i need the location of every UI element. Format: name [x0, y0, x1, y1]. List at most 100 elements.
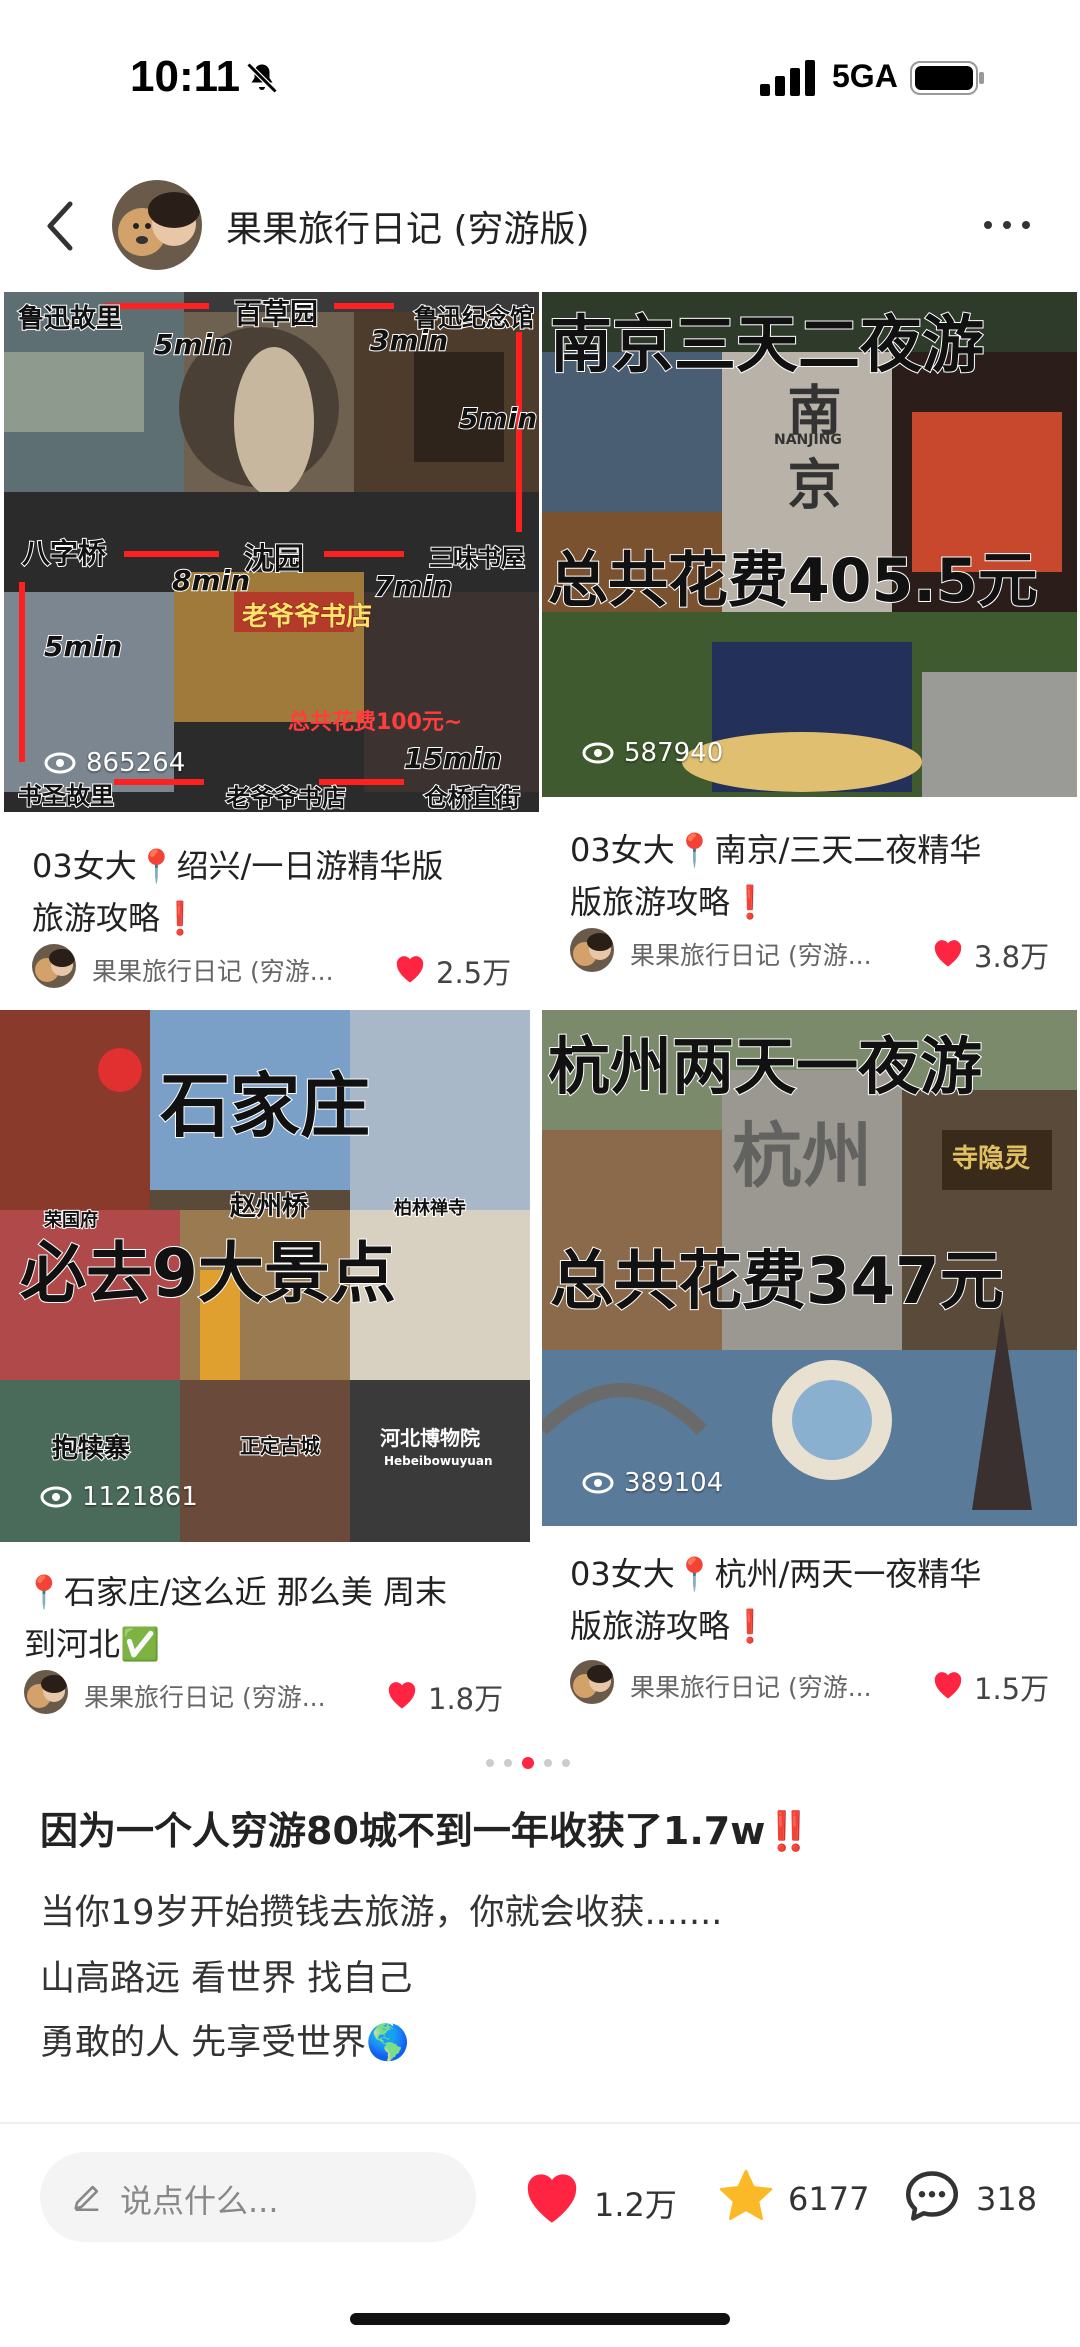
author-avatar[interactable]	[32, 944, 76, 988]
header: 果果旅行日记 (穷游版)	[0, 170, 1080, 280]
view-count-value: 587940	[624, 738, 724, 768]
image-label: 赵州桥	[229, 1191, 309, 1223]
comment-button[interactable]: 318	[900, 2160, 1060, 2236]
card-title[interactable]: 03女大📍绍兴/一日游精华版 旅游攻略❗	[32, 840, 522, 944]
view-count-value: 1121861	[82, 1482, 198, 1512]
card-cover: 石家庄 赵州桥 柏林禅寺 荣国府 必去9大景点 抱犊寨 正定古城 河北博物院 H…	[0, 1010, 530, 1542]
carousel-dot[interactable]	[544, 1759, 552, 1767]
image-headline: 杭州两天一夜游	[547, 1029, 983, 1104]
comment-input[interactable]: 说点什么...	[40, 2152, 476, 2242]
image-label: 老爷爷书店	[241, 602, 373, 633]
eye-icon	[44, 752, 76, 774]
author-name[interactable]: 果果旅行日记 (穷游...	[630, 936, 872, 972]
card-title-line: 版旅游攻略❗	[570, 883, 770, 921]
status-time: 10:11	[130, 52, 241, 101]
heart-icon[interactable]	[384, 1678, 420, 1710]
heart-icon[interactable]	[392, 952, 428, 984]
author-name[interactable]: 果果旅行日记 (穷游...	[92, 952, 334, 988]
card-title-line: 📍石家庄/这么近 那么美 周末	[24, 1573, 447, 1611]
comment-placeholder: 说点什么...	[120, 2182, 279, 2220]
view-count-value: 389104	[624, 1468, 724, 1498]
image-headline: 石家庄	[159, 1064, 371, 1148]
card-title[interactable]: 03女大📍南京/三天二夜精华 版旅游攻略❗	[570, 824, 1060, 928]
star-icon	[719, 2169, 773, 2220]
post-body-line: 山高路远 看世界 找自己	[40, 1959, 413, 1999]
card-meta: 果果旅行日记 (穷游... 1.5万	[570, 1660, 1070, 1710]
image-label: 沈园	[243, 541, 305, 578]
card-title-line: 版旅游攻略❗	[570, 1607, 770, 1645]
back-icon[interactable]	[40, 196, 80, 256]
carousel-dot[interactable]	[562, 1759, 570, 1767]
view-count: 865264	[44, 748, 185, 778]
image-label: 5min	[43, 629, 123, 664]
header-title[interactable]: 果果旅行日记 (穷游版)	[226, 200, 590, 252]
image-label: 百草园	[233, 296, 319, 331]
collect-button[interactable]: 6177	[714, 2160, 874, 2236]
image-label: 正定古城	[239, 1433, 321, 1459]
image-label: 鲁迅故里	[17, 303, 123, 335]
author-name[interactable]: 果果旅行日记 (穷游...	[84, 1678, 326, 1714]
card-title-line: 03女大📍杭州/两天一夜精华	[570, 1555, 982, 1593]
image-label: 15min	[403, 741, 503, 776]
author-avatar[interactable]	[570, 928, 614, 972]
status-bar: 10:11 5GA	[0, 0, 1080, 160]
card-cover: 杭州两天一夜游 杭州 寺隐灵 总共花费347元 389104	[542, 1010, 1077, 1526]
image-label: 八字桥	[21, 536, 107, 571]
note-grid: 鲁迅故里 百草园 鲁迅纪念馆 5min 3min 5min 八字桥 沈园 三味书…	[0, 292, 1080, 1732]
card-meta: 果果旅行日记 (穷游... 1.8万	[24, 1670, 524, 1720]
carousel-dot[interactable]	[504, 1759, 512, 1767]
view-count: 1121861	[40, 1482, 198, 1512]
divider	[0, 2122, 1080, 2124]
image-label: NANJING	[774, 432, 842, 448]
card-title[interactable]: 📍石家庄/这么近 那么美 周末 到河北✅	[24, 1566, 514, 1670]
image-label: 书圣故里	[17, 781, 115, 811]
author-avatar[interactable]	[570, 1660, 614, 1704]
card-title-line: 03女大📍绍兴/一日游精华版	[32, 847, 444, 885]
pencil-icon	[74, 2185, 99, 2212]
carousel-dot[interactable]	[486, 1759, 494, 1767]
bell-slash-icon	[246, 62, 278, 94]
view-count: 587940	[582, 738, 723, 768]
network-label: 5GA	[832, 58, 898, 94]
note-card[interactable]: 杭州两天一夜游 杭州 寺隐灵 总共花费347元 389104 03女大📍杭州/两…	[542, 1010, 1077, 1732]
carousel-dots[interactable]	[486, 1756, 596, 1770]
comment-icon	[906, 2171, 958, 2221]
image-label: 柏林禅寺	[393, 1197, 467, 1220]
comment-total: 318	[976, 2180, 1038, 2218]
image-headline: 总共花费405.5元	[547, 545, 1039, 617]
post-body-line: 当你19岁开始攒钱去旅游，你就会收获.......	[40, 1893, 723, 1933]
like-button[interactable]: 1.2万	[520, 2160, 680, 2236]
image-label: 三味书屋	[428, 543, 526, 573]
heart-icon[interactable]	[930, 1668, 966, 1700]
image-label: 杭州	[732, 1115, 872, 1197]
card-meta: 果果旅行日记 (穷游... 2.5万	[32, 944, 532, 994]
note-card[interactable]: 南京三天二夜游 南京 NANJING 总共花费405.5元 587940 03女…	[542, 292, 1077, 982]
image-label: 南京	[778, 382, 841, 530]
more-icon[interactable]	[980, 210, 1034, 240]
author-avatar[interactable]	[112, 180, 202, 270]
note-card[interactable]: 鲁迅故里 百草园 鲁迅纪念馆 5min 3min 5min 八字桥 沈园 三味书…	[4, 292, 539, 997]
image-label: 7min	[373, 569, 453, 604]
image-headline: 总共花费347元	[549, 1244, 1005, 1320]
collect-total: 6177	[788, 2180, 870, 2218]
card-cover: 南京三天二夜游 南京 NANJING 总共花费405.5元 587940	[542, 292, 1077, 797]
card-title-line: 到河北✅	[24, 1625, 160, 1663]
eye-icon	[40, 1486, 72, 1508]
card-title-line: 03女大📍南京/三天二夜精华	[570, 831, 982, 869]
home-indicator[interactable]	[350, 2313, 730, 2325]
like-total: 1.2万	[594, 2186, 677, 2224]
image-headline: 南京三天二夜游	[549, 307, 985, 382]
view-count-value: 865264	[86, 748, 186, 778]
carousel-dot-active[interactable]	[522, 1757, 534, 1769]
author-avatar[interactable]	[24, 1670, 68, 1714]
like-count: 3.8万	[974, 940, 1050, 974]
image-label: 河北博物院	[380, 1426, 480, 1450]
card-title[interactable]: 03女大📍杭州/两天一夜精华 版旅游攻略❗	[570, 1548, 1060, 1652]
author-name[interactable]: 果果旅行日记 (穷游...	[630, 1668, 872, 1704]
view-count: 389104	[582, 1468, 723, 1498]
image-label: 总共花费100元~	[288, 710, 463, 735]
card-meta: 果果旅行日记 (穷游... 3.8万	[570, 928, 1070, 978]
note-card[interactable]: 石家庄 赵州桥 柏林禅寺 荣国府 必去9大景点 抱犊寨 正定古城 河北博物院 H…	[0, 1010, 535, 1732]
image-label: 仓桥直街	[423, 783, 521, 812]
heart-icon[interactable]	[930, 936, 966, 968]
